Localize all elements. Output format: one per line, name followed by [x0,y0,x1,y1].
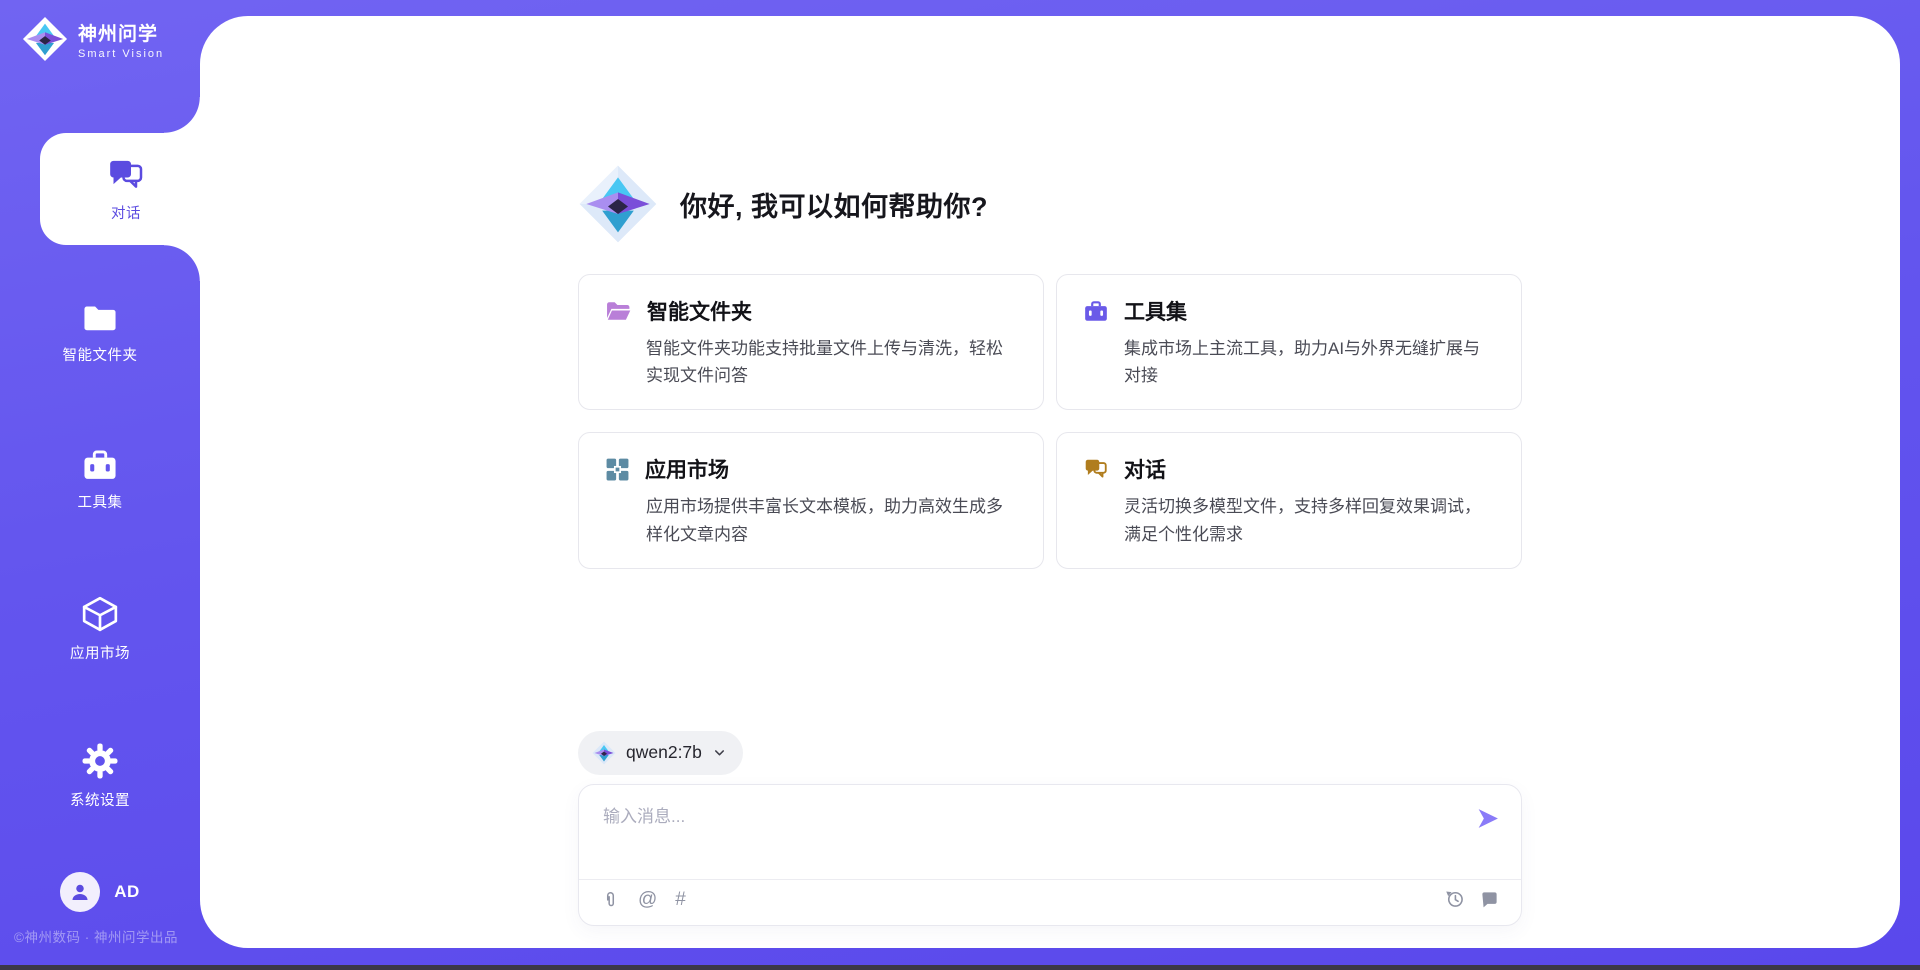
message-input[interactable] [603,802,1463,862]
card-chat[interactable]: 对话 灵活切换多模型文件，支持多样回复效果调试，满足个性化需求 [1056,432,1522,568]
feature-cards: 智能文件夹 智能文件夹功能支持批量文件上传与清洗，轻松实现文件问答 工具集 集成… [578,274,1522,569]
cube-icon [80,594,120,634]
card-description: 智能文件夹功能支持批量文件上传与清洗，轻松实现文件问答 [646,335,1017,389]
card-description: 应用市场提供丰富长文本模板，助力高效生成多样化文章内容 [646,493,1017,547]
card-title: 应用市场 [645,454,729,484]
sidebar-item-label: 对话 [111,202,141,223]
window-bottom-edge [0,965,1920,970]
sidebar-item-smart-folder[interactable]: 智能文件夹 [0,300,200,365]
brand-tagline: Smart Vision [78,48,164,60]
grid-icon [605,457,630,482]
card-title: 工具集 [1124,296,1187,326]
chat-bubbles-icon [106,155,146,195]
attach-file-button[interactable] [601,889,620,910]
brand-diamond-icon [592,741,616,765]
card-title: 智能文件夹 [647,296,752,326]
sidebar-item-chat[interactable]: 对话 [40,133,212,245]
brand-name: 神州问学 [78,19,164,46]
send-button[interactable] [1473,805,1501,833]
history-clock-icon [1445,889,1465,909]
folder-open-icon [605,299,632,323]
brand-diamond-icon [578,164,658,244]
copyright-text: ©神州数码 · 神州问学出品 [14,926,178,946]
sidebar-item-label: 系统设置 [70,789,130,810]
tab-curve-bottom [164,245,200,281]
person-icon [68,880,92,904]
folder-icon [80,300,120,336]
gear-icon [80,741,120,781]
brand-diamond-icon [22,16,68,62]
sidebar-item-settings[interactable]: 系统设置 [0,741,200,810]
card-app-market[interactable]: 应用市场 应用市场提供丰富长文本模板，助力高效生成多样化文章内容 [578,432,1044,568]
brand-logo: 神州问学 Smart Vision [22,16,164,62]
chevron-down-icon [712,745,727,760]
tab-curve-top [164,97,200,133]
card-description: 灵活切换多模型文件，支持多样回复效果调试，满足个性化需求 [1124,493,1495,547]
chat-mode-button[interactable] [1480,890,1499,909]
greeting-row: 你好, 我可以如何帮助你? [578,164,1522,244]
card-toolset[interactable]: 工具集 集成市场上主流工具，助力AI与外界无缝扩展与对接 [1056,274,1522,410]
card-description: 集成市场上主流工具，助力AI与外界无缝扩展与对接 [1124,335,1495,389]
model-name: qwen2:7b [626,742,702,763]
greeting-title: 你好, 我可以如何帮助你? [680,185,988,224]
message-composer: @ # [578,784,1522,926]
chat-bubbles-icon [1083,456,1109,482]
sidebar-item-label: 应用市场 [70,642,130,663]
send-icon [1475,806,1500,831]
sidebar: 神州问学 Smart Vision 对话 智能文件夹 [0,0,200,970]
speech-bubble-icon [1480,890,1499,909]
sidebar-item-label: 工具集 [78,491,123,512]
sidebar-item-toolset[interactable]: 工具集 [0,447,200,512]
hashtag-button[interactable]: # [675,890,686,909]
card-title: 对话 [1124,454,1166,484]
mention-button[interactable]: @ [638,890,657,909]
toolbox-icon [80,447,120,483]
model-selector[interactable]: qwen2:7b [578,731,743,775]
sidebar-item-app-market[interactable]: 应用市场 [0,594,200,663]
user-profile[interactable]: AD [0,872,200,912]
paperclip-icon [601,889,620,910]
toolbox-icon [1083,299,1109,323]
main-surface: 你好, 我可以如何帮助你? 智能文件夹 智能文件夹功能支持批量文件上传与清洗，轻… [200,16,1900,948]
composer-divider [579,879,1521,880]
history-button[interactable] [1445,889,1465,909]
avatar [60,872,100,912]
card-smart-folder[interactable]: 智能文件夹 智能文件夹功能支持批量文件上传与清洗，轻松实现文件问答 [578,274,1044,410]
sidebar-item-label: 智能文件夹 [63,344,138,365]
user-initials: AD [114,882,140,902]
